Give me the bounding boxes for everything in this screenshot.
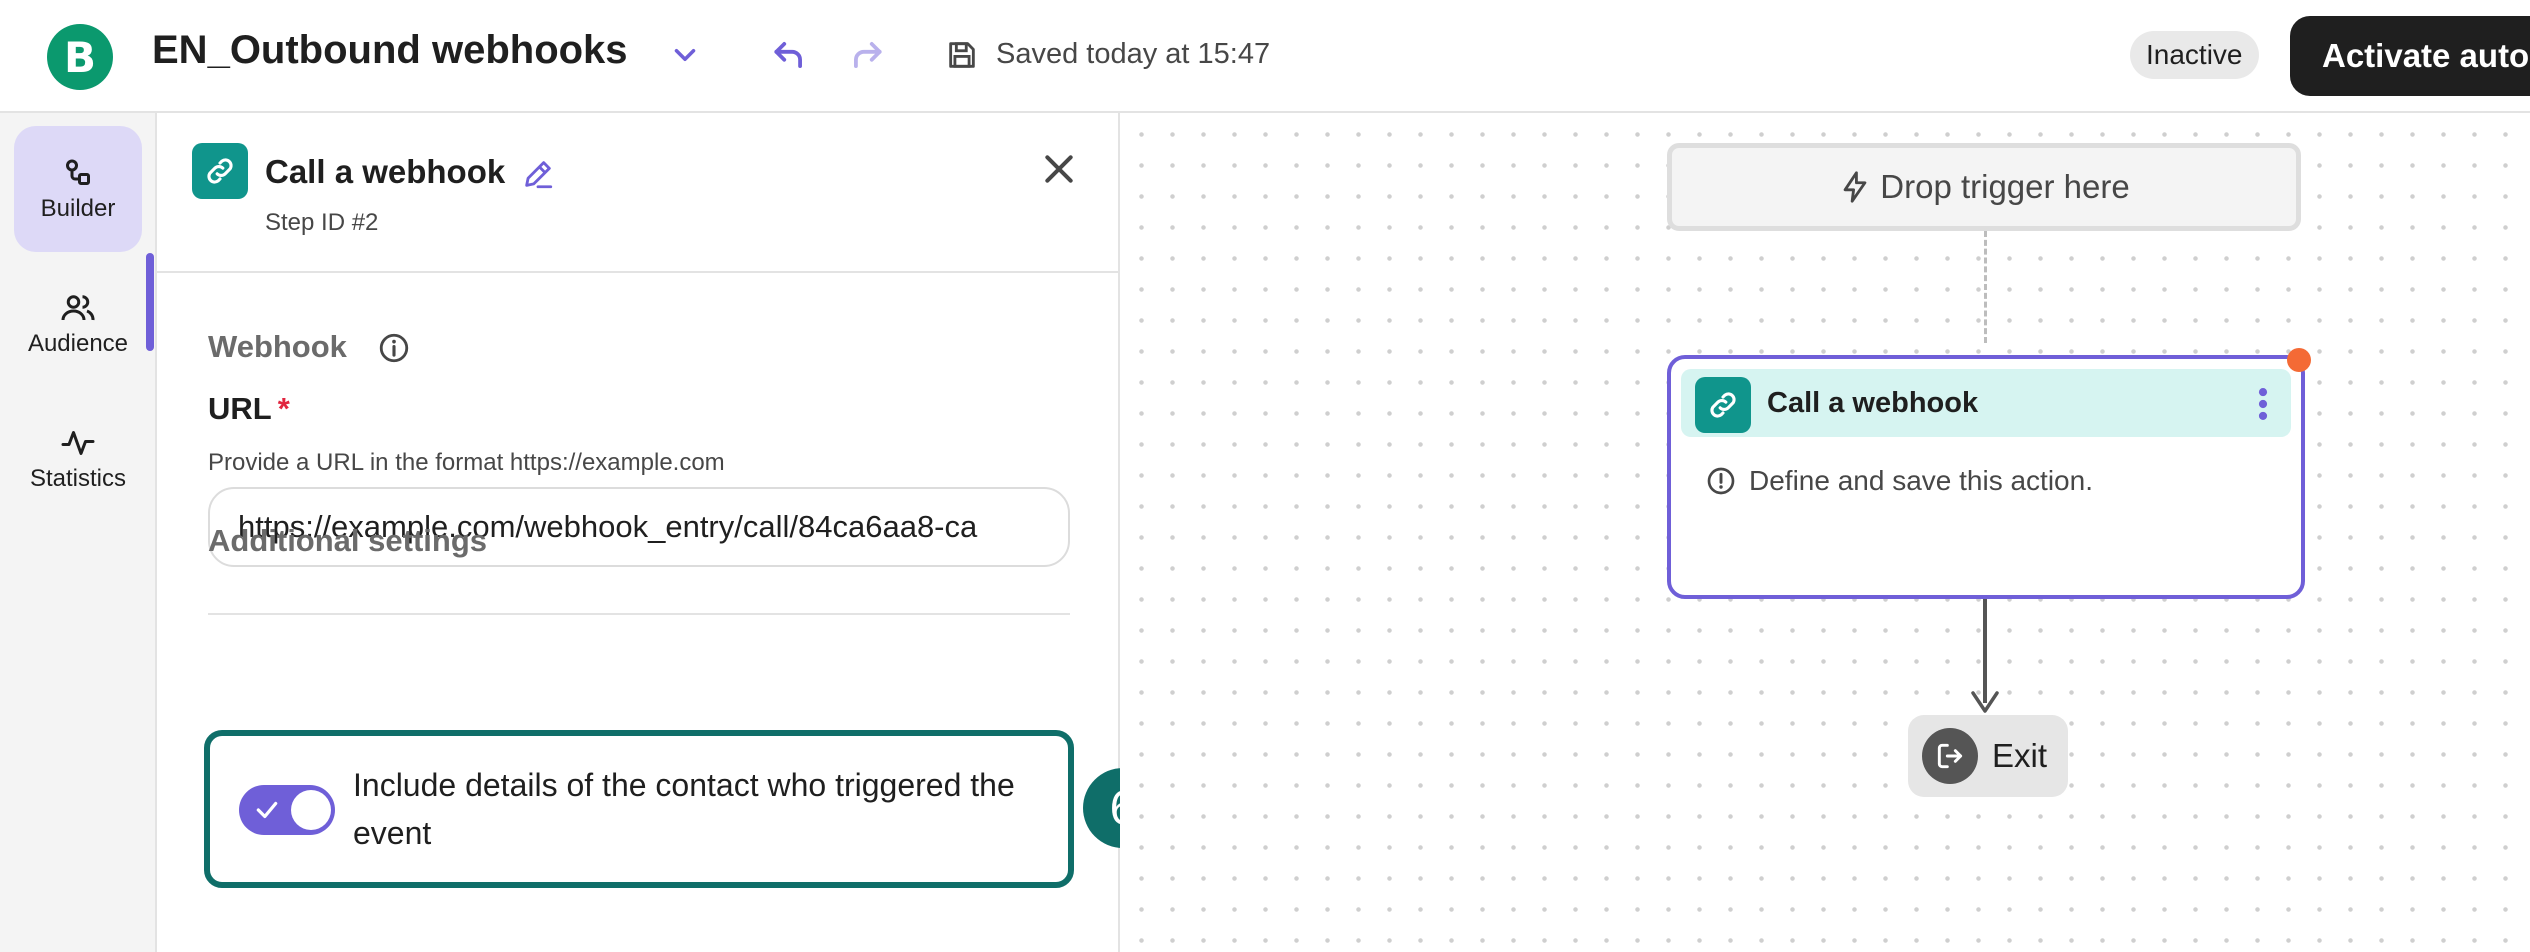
section-divider: [208, 613, 1070, 615]
required-mark: *: [277, 391, 290, 426]
check-icon: [256, 801, 278, 819]
action-card-message: Define and save this action.: [1749, 465, 2093, 496]
left-navigation: Builder Audience Statistics: [0, 113, 157, 952]
step-settings-panel: Call a webhook Step ID #2 Webhook URL * P…: [157, 113, 1120, 952]
action-card-title: Call a webhook: [1767, 387, 1979, 419]
audience-icon: [61, 295, 95, 321]
webhook-action-icon: [1695, 377, 1751, 433]
include-contact-toggle[interactable]: [239, 785, 335, 835]
action-card-header: Call a webhook: [1681, 369, 2291, 437]
webhook-step-icon: [192, 143, 248, 199]
url-label-text: URL: [208, 391, 272, 426]
page-title: EN_Outbound webhooks: [152, 28, 628, 72]
trigger-placeholder-text: Drop trigger here: [1880, 168, 2130, 205]
more-options-icon[interactable]: [2257, 387, 2269, 421]
nav-item-audience[interactable]: Audience: [14, 261, 142, 387]
lightning-icon: [1843, 171, 1867, 203]
exit-label: Exit: [1992, 737, 2048, 774]
panel-header: Call a webhook Step ID #2: [157, 113, 1118, 273]
arrow-down-icon: [1971, 691, 1999, 713]
solid-connector: [1983, 599, 1987, 703]
info-icon[interactable]: [377, 331, 411, 365]
panel-title: Call a webhook: [265, 153, 506, 190]
url-label: URL *: [208, 391, 290, 427]
pencil-icon[interactable]: [521, 157, 555, 191]
nav-item-builder[interactable]: Builder: [14, 126, 142, 252]
statistics-icon: [61, 431, 95, 455]
webhook-action-card[interactable]: Call a webhook Define and save this acti…: [1667, 355, 2305, 599]
nav-item-label: Audience: [27, 330, 129, 357]
webhook-section-title: Webhook: [208, 329, 347, 364]
chevron-down-icon[interactable]: [668, 38, 702, 72]
trigger-drop-zone[interactable]: Drop trigger here: [1667, 143, 2301, 231]
step-id: Step ID #2: [265, 209, 379, 236]
toggle-knob: [291, 790, 331, 830]
undo-icon[interactable]: [770, 36, 808, 74]
status-badge: Inactive: [2130, 31, 2259, 79]
toggle-label: Include details of the contact who trigg…: [353, 767, 1015, 851]
close-icon[interactable]: [1039, 149, 1079, 189]
exit-node[interactable]: Exit: [1908, 715, 2068, 797]
alert-icon: [1707, 467, 1735, 495]
link-icon: [1710, 392, 1736, 418]
save-icon: [949, 42, 975, 68]
builder-icon: [66, 159, 90, 185]
brand-logo[interactable]: B: [47, 24, 113, 90]
top-bar: B EN_Outbound webhooks Saved today at 15…: [0, 0, 2530, 113]
nav-item-label: Builder: [40, 195, 116, 222]
exit-icon: [1922, 728, 1978, 784]
saved-status-text: Saved today at 15:47: [996, 38, 1271, 70]
url-help-text: Provide a URL in the format https://exam…: [208, 449, 725, 476]
nav-item-statistics[interactable]: Statistics: [14, 396, 142, 522]
incomplete-status-dot: [2287, 348, 2311, 372]
active-indicator: [146, 253, 154, 351]
logout-icon: [1937, 743, 1963, 769]
activate-automation-button[interactable]: Activate automation: [2290, 16, 2530, 96]
dashed-connector: [1984, 231, 1987, 343]
nav-item-label: Statistics: [29, 465, 127, 492]
redo-icon[interactable]: [848, 36, 886, 74]
link-icon: [207, 158, 233, 184]
workflow-canvas[interactable]: Drop trigger here Call a webhook Define …: [1120, 113, 2530, 952]
additional-settings-title: Additional settings: [208, 523, 487, 558]
